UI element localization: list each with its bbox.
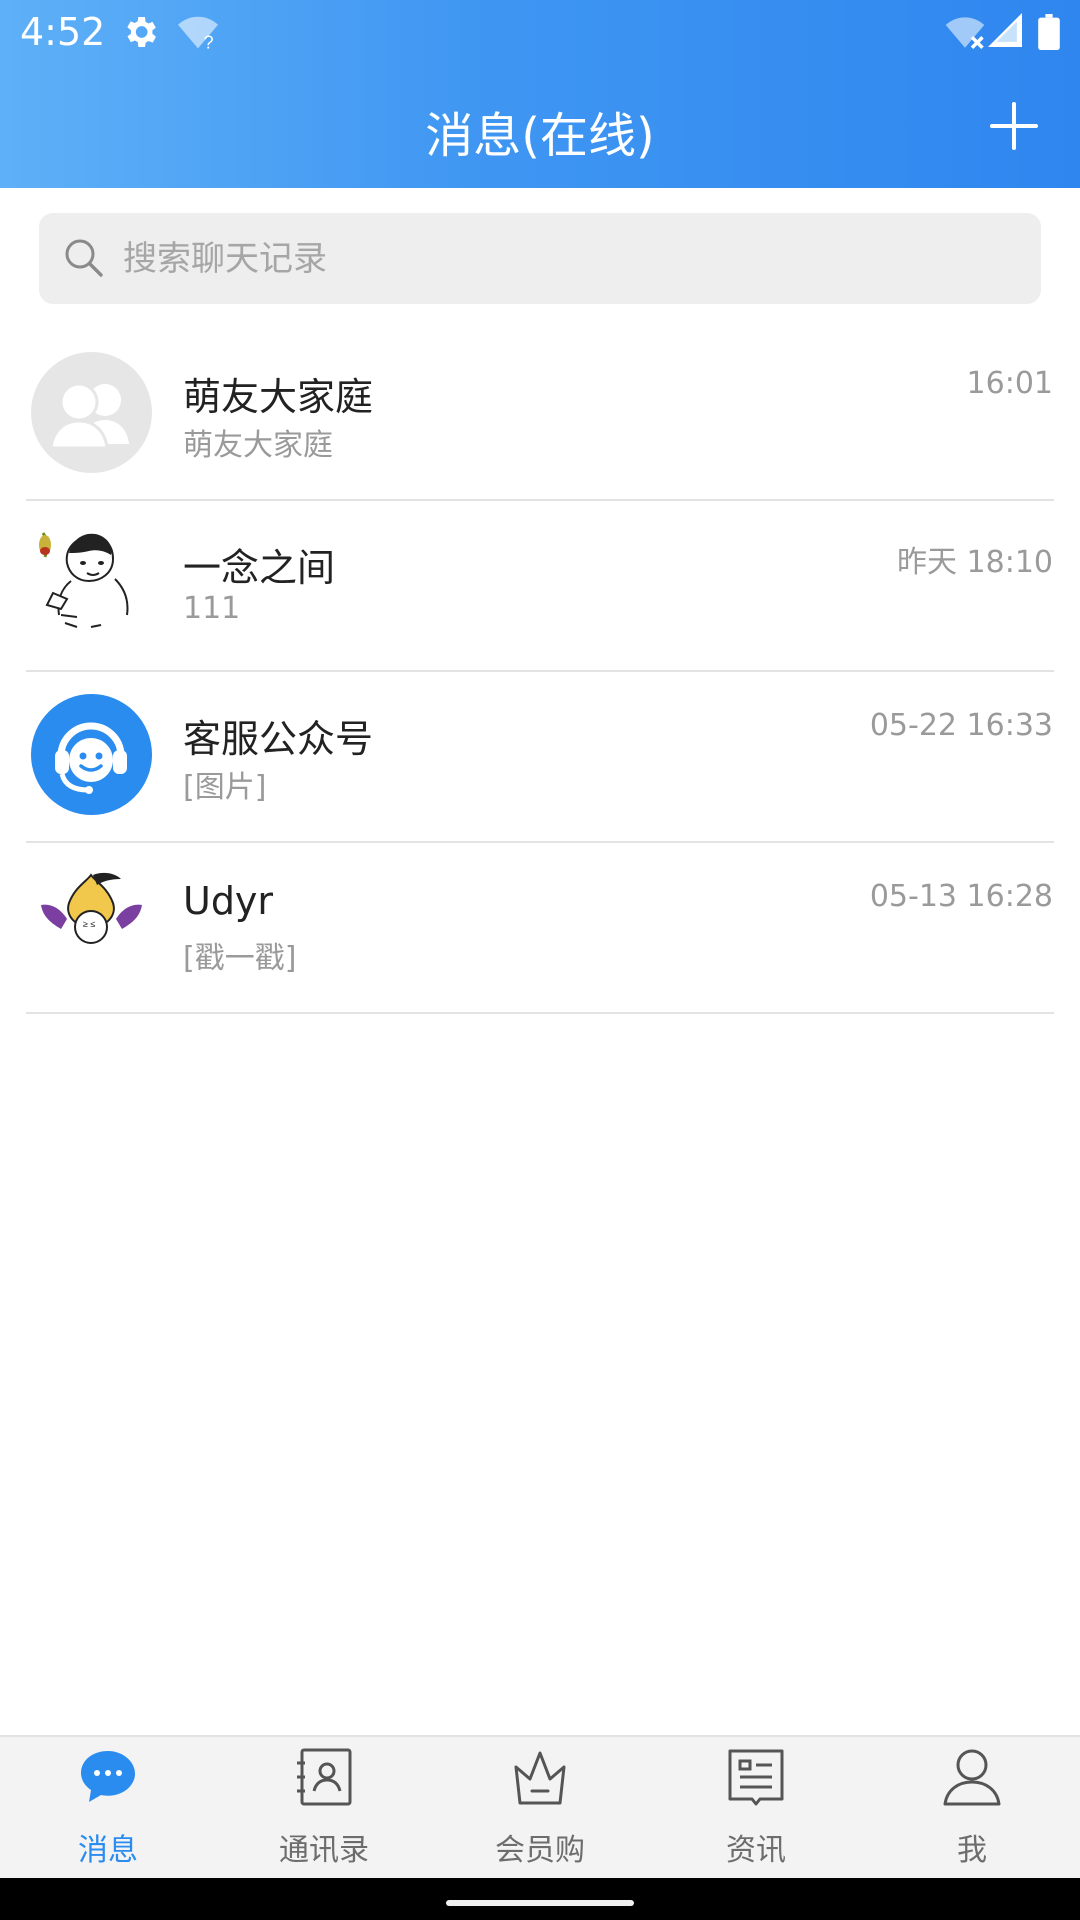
home-indicator[interactable] — [446, 1900, 634, 1906]
customer-service-avatar — [31, 694, 152, 815]
title-row: 消息(在线) — [0, 90, 1080, 164]
wifi-unknown-icon: ? — [176, 12, 220, 56]
conversation-time: 昨天 18:10 — [897, 545, 1053, 580]
conversation-name: 萌友大家庭 — [183, 375, 374, 419]
conversation-preview: 萌友大家庭 — [183, 428, 333, 463]
news-icon — [726, 1747, 786, 1807]
meme-face-avatar — [31, 523, 152, 644]
plus-icon — [990, 102, 1038, 150]
search-input[interactable] — [123, 213, 1003, 304]
divider — [26, 1012, 1054, 1014]
conversation-item[interactable]: 萌友大家庭 萌友大家庭 16:01 — [0, 330, 1080, 501]
app-header: 4:52 ? 消息(在线) — [0, 0, 1080, 188]
svg-text:≥ ≤: ≥ ≤ — [83, 919, 95, 929]
page-title: 消息(在线) — [425, 108, 655, 164]
conversation-item[interactable]: 客服公众号 [图片] 05-22 16:33 — [0, 672, 1080, 843]
conversation-name: 一念之间 — [183, 546, 336, 590]
chat-bubble-icon — [78, 1747, 138, 1807]
conversation-preview: [戳一戳] — [183, 941, 297, 976]
conversation-name: 客服公众号 — [183, 717, 374, 761]
wifi-off-icon — [944, 12, 986, 56]
tab-member-shop[interactable]: 会员购 — [432, 1737, 648, 1880]
status-time: 4:52 — [20, 10, 106, 54]
tab-news[interactable]: 资讯 — [648, 1737, 864, 1880]
conversation-preview: [图片] — [183, 770, 267, 805]
search-icon — [65, 239, 103, 277]
crown-icon — [510, 1747, 570, 1807]
tab-label: 资讯 — [726, 1833, 786, 1868]
search-box[interactable] — [39, 213, 1041, 304]
settings-icon — [120, 12, 160, 56]
tab-messages[interactable]: 消息 — [0, 1737, 216, 1880]
tab-contacts[interactable]: 通讯录 — [216, 1737, 432, 1880]
battery-icon — [1038, 14, 1060, 54]
tab-me[interactable]: 我 — [864, 1737, 1080, 1880]
conversation-item[interactable]: 一念之间 111 昨天 18:10 — [0, 501, 1080, 672]
bottom-tab-bar: 消息 通讯录 会员购 资讯 我 — [0, 1735, 1080, 1878]
system-nav-bar — [0, 1878, 1080, 1920]
contacts-icon — [294, 1747, 354, 1807]
conversation-time: 05-22 16:33 — [869, 708, 1053, 743]
conversation-name: Udyr — [183, 879, 274, 923]
tab-label: 会员购 — [495, 1833, 585, 1868]
conversation-item[interactable]: ≥ ≤ Udyr [戳一戳] 05-13 16:28 — [0, 843, 1080, 1014]
signal-icon — [988, 12, 1022, 52]
conversation-time: 05-13 16:28 — [869, 879, 1053, 914]
screen: 4:52 ? 消息(在线) 搜索聊天记录 萌友大家庭 萌友大家庭 16:01 一… — [0, 0, 1080, 1920]
conversation-list: 萌友大家庭 萌友大家庭 16:01 一念之间 111 昨天 18:10 客服公众… — [0, 330, 1080, 1014]
person-icon — [942, 1747, 1002, 1807]
svg-text:?: ? — [203, 32, 213, 52]
cartoon-avatar: ≥ ≤ — [31, 865, 152, 986]
tab-label: 我 — [957, 1833, 987, 1868]
conversation-time: 16:01 — [966, 366, 1053, 401]
group-avatar-icon — [31, 352, 152, 473]
conversation-preview: 111 — [183, 591, 241, 626]
tab-label: 消息 — [78, 1833, 138, 1868]
status-bar: 4:52 ? — [0, 0, 1080, 64]
add-button[interactable] — [986, 98, 1042, 154]
tab-label: 通讯录 — [279, 1833, 369, 1868]
